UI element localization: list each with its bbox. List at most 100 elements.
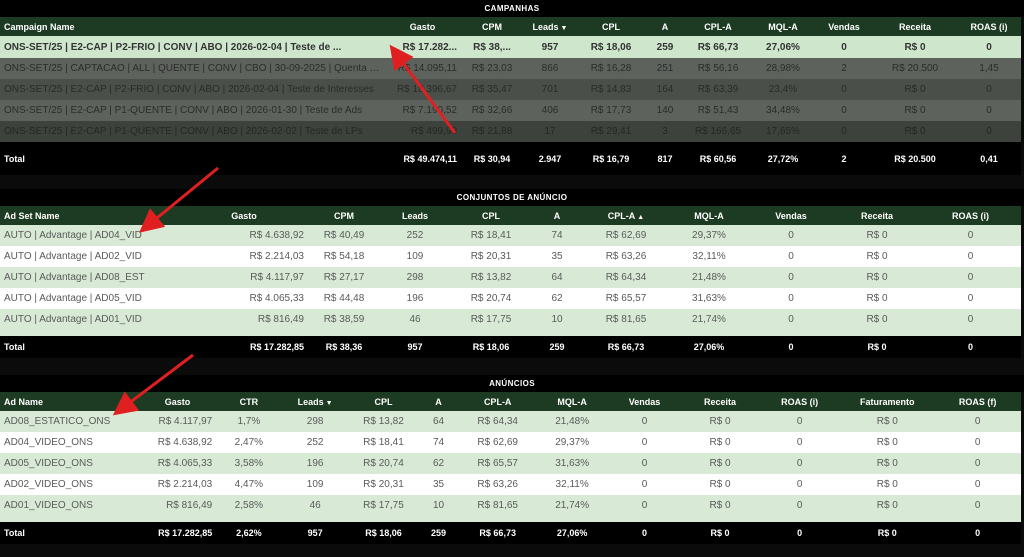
table-row[interactable]: AUTO | Advantage | AD04_VID R$ 4.638,92 R$… xyxy=(0,225,1021,246)
col-header-gasto[interactable]: Gasto xyxy=(384,17,461,36)
cell-receita: R$ 0 xyxy=(834,267,920,288)
col-header-a[interactable]: A xyxy=(645,17,685,36)
col-header-mql-a[interactable]: MQL-A xyxy=(670,206,748,225)
cell-gasto: R$ 4.638,92 xyxy=(180,225,308,246)
cell-mql-a: 32,11% xyxy=(670,246,748,267)
cell-faturamento: R$ 0 xyxy=(840,495,935,516)
col-header-gasto[interactable]: Gasto xyxy=(138,392,217,411)
cell-mql-a: 21,74% xyxy=(536,495,608,516)
cell-ad-set-name: AUTO | Advantage | AD02_VID xyxy=(0,246,180,267)
table-row[interactable]: AD08_ESTATICO_ONS R$ 4.117,97 1,7% 298 R$ 13… xyxy=(0,411,1021,432)
cell-roas-i: 0 xyxy=(920,225,1021,246)
table-row[interactable]: ONS-SET/25 | E2-CAP | P1-QUENTE | CONV |… xyxy=(0,121,1021,142)
table-row[interactable]: AUTO | Advantage | AD08_EST R$ 4.117,97 R$… xyxy=(0,267,1021,288)
campanhas-section: CAMPANHAS Campaign Name Gasto CPM Leads ▼ CPL… xyxy=(0,0,1024,189)
col-header-a[interactable]: A xyxy=(532,206,582,225)
cell-leads: 866 xyxy=(523,58,577,79)
col-header-roas-i[interactable]: ROAS (i) xyxy=(920,206,1021,225)
cell-faturamento: R$ 0 xyxy=(840,474,935,495)
col-header-roas-i[interactable]: ROAS (i) xyxy=(758,392,841,411)
col-header-mql-a[interactable]: MQL-A xyxy=(536,392,608,411)
sort-asc-icon[interactable]: ▲ xyxy=(637,214,644,221)
cell-roas-i: 0 xyxy=(758,495,841,516)
table-row[interactable]: ONS-SET/25 | E2-CAP | P2-FRIO | CONV | A… xyxy=(0,36,1021,58)
table-row[interactable]: AD01_VIDEO_ONS R$ 816,49 2,58% 46 R$ 17,75 10… xyxy=(0,495,1021,516)
total-cpl-a: R$ 60,56 xyxy=(685,142,751,175)
col-header-ad-name[interactable]: Ad Name xyxy=(0,392,139,411)
total-cpm: R$ 30,94 xyxy=(461,142,523,175)
cell-vendas: 0 xyxy=(748,309,834,330)
cell-campaign-name: ONS-SET/25 | E2-CAP | P1-QUENTE | CONV |… xyxy=(0,121,384,142)
table-row[interactable]: AUTO | Advantage | AD01_VID R$ 816,49 R$ 3… xyxy=(0,309,1021,330)
col-header-leads[interactable]: Leads ▼ xyxy=(523,17,577,36)
col-header-vendas[interactable]: Vendas xyxy=(607,392,682,411)
col-header-cpl-a[interactable]: CPL-A ▲ xyxy=(582,206,670,225)
total-cpl-a: R$ 66,73 xyxy=(458,522,537,544)
cell-cpl: R$ 17,75 xyxy=(348,495,419,516)
table-row[interactable]: ONS-SET/25 | E2-CAP | P1-QUENTE | CONV |… xyxy=(0,100,1021,121)
cell-roas-i: 0 xyxy=(920,267,1021,288)
col-header-campaign-name[interactable]: Campaign Name xyxy=(0,17,384,36)
cell-gasto: R$ 7.190,52 xyxy=(384,100,461,121)
col-header-cpl-a[interactable]: CPL-A xyxy=(458,392,537,411)
cell-leads: 46 xyxy=(281,495,349,516)
cell-mql-a: 21,48% xyxy=(670,267,748,288)
col-header-ctr[interactable]: CTR xyxy=(216,392,282,411)
table-row[interactable]: AUTO | Advantage | AD02_VID R$ 2.214,03 R$… xyxy=(0,246,1021,267)
total-faturamento: R$ 0 xyxy=(840,522,935,544)
cell-roas-i: 0 xyxy=(957,121,1021,142)
col-header-leads[interactable]: Leads xyxy=(380,206,450,225)
cell-cpl: R$ 17,75 xyxy=(450,309,532,330)
cell-leads: 196 xyxy=(281,453,349,474)
cell-a: 35 xyxy=(418,474,459,495)
table-row[interactable]: ONS-SET/25 | CAPTACAO | ALL | QUENTE | C… xyxy=(0,58,1021,79)
cell-receita: R$ 0 xyxy=(834,246,920,267)
conjuntos-section: CONJUNTOS DE ANÚNCIO Ad Set Name Gasto CPM… xyxy=(0,189,1024,375)
col-header-vendas[interactable]: Vendas xyxy=(815,17,873,36)
col-header-a[interactable]: A xyxy=(418,392,459,411)
cell-vendas: 2 xyxy=(815,58,873,79)
table-row[interactable]: AD02_VIDEO_ONS R$ 2.214,03 4,47% 109 R$ 20,3… xyxy=(0,474,1021,495)
sort-desc-icon[interactable]: ▼ xyxy=(561,25,568,32)
total-campaign-name: Total xyxy=(0,142,384,175)
col-header-faturamento[interactable]: Faturamento xyxy=(840,392,935,411)
col-header-receita[interactable]: Receita xyxy=(873,17,957,36)
cell-roas-i: 0 xyxy=(758,432,841,453)
table-row[interactable]: AD05_VIDEO_ONS R$ 4.065,33 3,58% 196 R$ 20,7… xyxy=(0,453,1021,474)
table-row[interactable]: AD04_VIDEO_ONS R$ 4.638,92 2,47% 252 R$ 18,4… xyxy=(0,432,1021,453)
cell-leads: 46 xyxy=(380,309,450,330)
total-leads: 2.947 xyxy=(523,142,577,175)
col-header-ad-set-name[interactable]: Ad Set Name xyxy=(0,206,180,225)
sort-desc-icon[interactable]: ▼ xyxy=(326,400,333,407)
cell-ad-name: AD01_VIDEO_ONS xyxy=(0,495,139,516)
col-header-cpm[interactable]: CPM xyxy=(461,17,523,36)
col-header-vendas[interactable]: Vendas xyxy=(748,206,834,225)
total-row: Total R$ 17.282,85 R$ 38,36 957 R$ 18,06 259 R… xyxy=(0,336,1021,358)
total-leads: 957 xyxy=(281,522,349,544)
col-header-leads[interactable]: Leads ▼ xyxy=(281,392,349,411)
total-a: 817 xyxy=(645,142,685,175)
table-row[interactable]: ONS-SET/25 | E2-CAP | P2-FRIO | CONV | A… xyxy=(0,79,1021,100)
cell-faturamento: R$ 0 xyxy=(840,453,935,474)
col-header-gasto[interactable]: Gasto xyxy=(180,206,308,225)
col-header-cpl[interactable]: CPL xyxy=(450,206,532,225)
cell-cpl: R$ 13,82 xyxy=(450,267,532,288)
col-header-receita[interactable]: Receita xyxy=(834,206,920,225)
anuncios-section: ANÚNCIOS Ad Name Gasto CTR Leads ▼ CPL A CPL-A M… xyxy=(0,375,1024,544)
col-header-mql-a[interactable]: MQL-A xyxy=(751,17,815,36)
cell-gasto: R$ 4.065,33 xyxy=(180,288,308,309)
col-header-cpm[interactable]: CPM xyxy=(308,206,380,225)
total-vendas: 0 xyxy=(607,522,682,544)
col-header-roas-f[interactable]: ROAS (f) xyxy=(934,392,1021,411)
col-header-roas-i[interactable]: ROAS (i) xyxy=(957,17,1021,36)
col-header-cpl[interactable]: CPL xyxy=(348,392,419,411)
total-gasto: R$ 49.474,11 xyxy=(384,142,461,175)
cell-cpl-a: R$ 62,69 xyxy=(458,432,537,453)
cell-mql-a: 17,65% xyxy=(751,121,815,142)
col-header-cpl-a[interactable]: CPL-A xyxy=(685,17,751,36)
col-header-cpl[interactable]: CPL xyxy=(577,17,645,36)
total-cpl: R$ 16,79 xyxy=(577,142,645,175)
cell-ad-name: AD08_ESTATICO_ONS xyxy=(0,411,139,432)
col-header-receita[interactable]: Receita xyxy=(681,392,759,411)
table-row[interactable]: AUTO | Advantage | AD05_VID R$ 4.065,33 R$… xyxy=(0,288,1021,309)
